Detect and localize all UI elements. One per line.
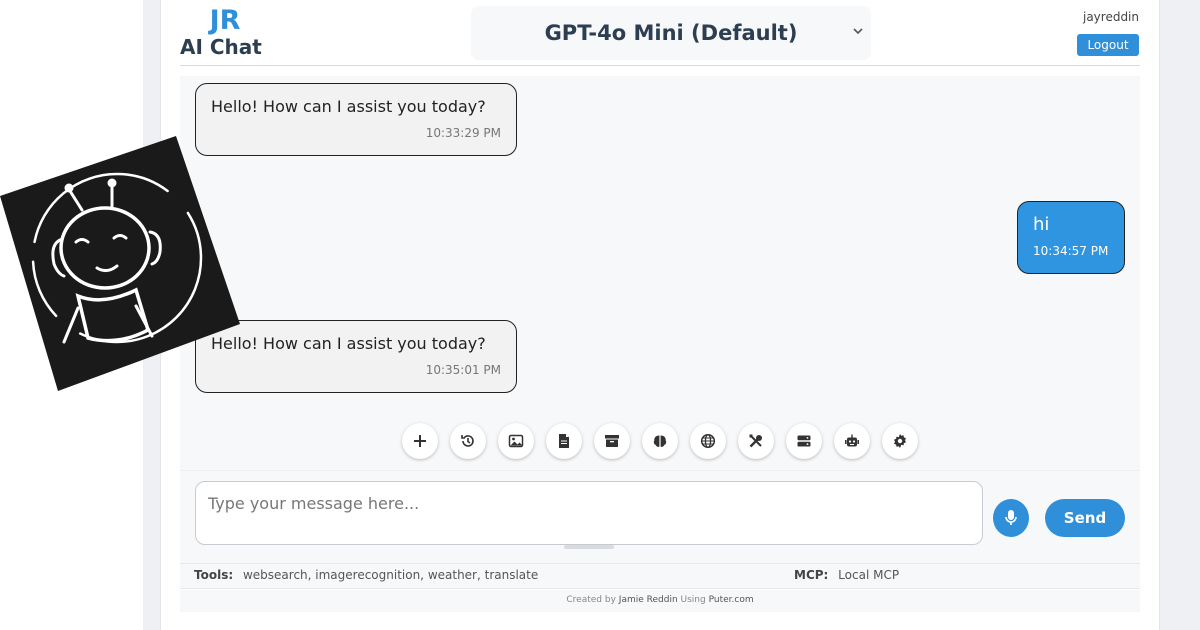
microphone-icon [1005,510,1017,525]
footer: Created by Jamie Reddin Using Puter.com [180,590,1140,612]
user-area: jayreddin [1083,10,1139,24]
header-divider [180,65,1140,66]
archive-icon [605,435,619,447]
voice-input-button[interactable] [993,499,1029,537]
model-selected-label: GPT-4o Mini (Default) [544,21,798,45]
message-text: Hello! How can I assist you today? [211,334,486,353]
tools-value: websearch, imagerecognition, weather, tr… [242,568,539,582]
file-icon [559,434,569,448]
image-button[interactable] [498,423,534,459]
message-assistant: Hello! How can I assist you today? 10:33… [195,83,517,156]
brand-initials: JR [209,5,241,36]
message-timestamp: 10:33:29 PM [425,126,501,140]
message-assistant: Hello! How can I assist you today? 10:35… [195,320,517,393]
mcp-value: Local MCP [838,568,900,582]
resize-handle[interactable] [564,545,614,549]
username: jayreddin [1082,10,1139,24]
agent-button[interactable] [834,423,870,459]
file-button[interactable] [546,423,582,459]
brand-logo: JR AI Chat [180,5,270,60]
image-icon [508,434,524,448]
archive-button[interactable] [594,423,630,459]
web-search-button[interactable] [690,423,726,459]
gear-icon [894,434,906,448]
plus-icon [414,435,426,447]
message-text: Hello! How can I assist you today? [211,97,486,116]
mcp-status: MCP: Local MCP [794,568,899,582]
server-button[interactable] [786,423,822,459]
chevron-down-icon [853,28,863,35]
footer-middle: Using [680,595,706,605]
model-selector[interactable]: GPT-4o Mini (Default) [471,6,871,60]
footer-site-link[interactable]: Puter.com [709,595,754,605]
brain-icon [653,435,667,447]
settings-button[interactable] [882,423,918,459]
message-timestamp: 10:34:57 PM [1033,244,1109,258]
message-user: hi 10:34:57 PM [1017,201,1125,274]
tools-status: Tools: websearch, imagerecognition, weat… [194,568,538,582]
robot-logo-image [0,136,240,391]
server-icon [797,435,811,447]
message-text: hi [1033,214,1050,235]
mcp-label: MCP: [794,568,829,582]
tools-button[interactable] [738,423,774,459]
message-input[interactable] [195,481,983,545]
logout-button[interactable]: Logout [1077,34,1139,56]
footer-author-link[interactable]: Jamie Reddin [619,595,678,605]
status-info-bar: Tools: websearch, imagerecognition, weat… [180,563,1140,589]
brand-title: AI Chat [180,35,262,59]
history-button[interactable] [450,423,486,459]
message-timestamp: 10:35:01 PM [425,363,501,377]
globe-icon [700,433,716,449]
footer-prefix: Created by [566,595,616,605]
new-chat-button[interactable] [402,423,438,459]
tools-label: Tools: [194,568,234,582]
tools-icon [749,434,762,448]
brain-button[interactable] [642,423,678,459]
send-button[interactable]: Send [1045,499,1125,537]
robot-icon [845,434,859,447]
history-icon [461,435,474,447]
